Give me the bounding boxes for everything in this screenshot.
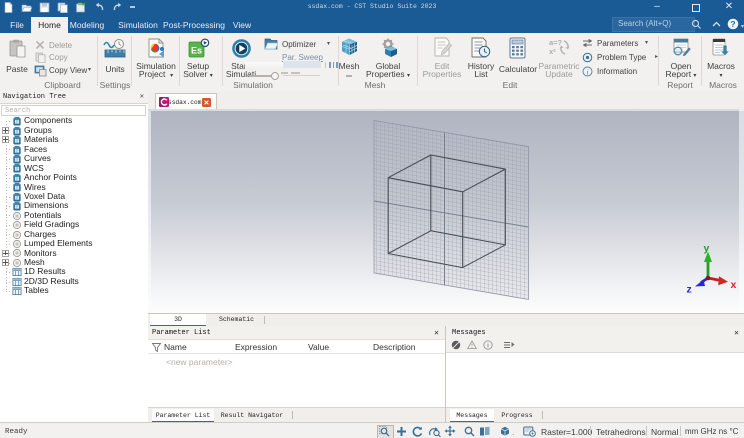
svg-text:a=?: a=? [549,38,563,47]
svg-text:y: y [704,243,710,255]
svg-text:?: ? [730,19,735,29]
svg-text:x: x [731,279,737,291]
svg-text:Es: Es [191,46,202,56]
svg-text:z: z [687,284,692,296]
svg-text:x²: x² [549,47,556,56]
svg-text:i: i [586,67,588,76]
